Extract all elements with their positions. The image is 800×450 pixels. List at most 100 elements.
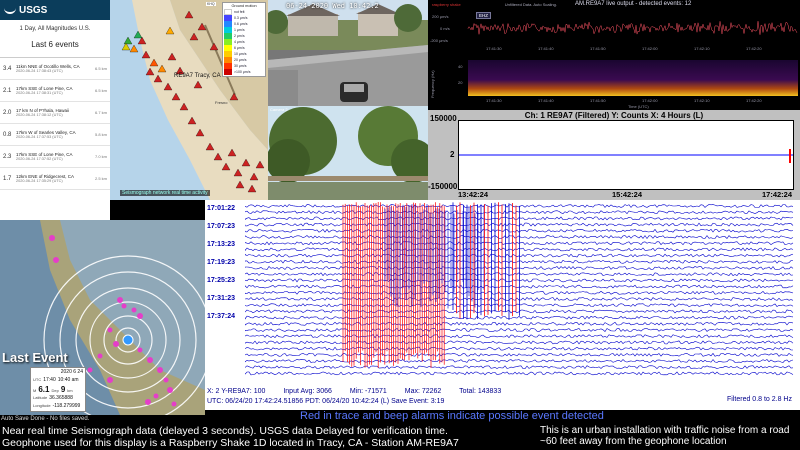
notice-line: Near real time Seismograph data (delayed… xyxy=(2,425,448,437)
street-camera-feed: 06-24-2020 Wed 10:42:2 xyxy=(268,0,428,106)
legend-label: 0.6 μm/s xyxy=(234,22,248,26)
raspberry-shake-logo: raspberry shake xyxy=(432,1,461,7)
legend-label: 4 μm/s xyxy=(234,40,245,44)
channel-x-tick: 17:42:24 xyxy=(762,190,793,199)
helicorder-trace-row xyxy=(245,352,794,357)
spec-x-label: Time (UTC) xyxy=(628,104,649,109)
spec-x-tick: 17:42:10 xyxy=(694,98,710,103)
earthquake-magnitude: 2.3 xyxy=(3,153,12,160)
red-trace-note: Red in trace and beep alarms indicate po… xyxy=(300,410,604,422)
live-x-tick: 17:41:40 xyxy=(538,46,554,51)
last-event-title: Last Event xyxy=(2,350,68,365)
helicorder-time: 17:31:23 xyxy=(207,295,236,302)
legend-swatch xyxy=(224,69,232,75)
notice-text: Near real time Seismograph data (delayed… xyxy=(2,425,459,449)
channel-plot-area xyxy=(458,120,794,190)
stat-input-avg: Input Avg: 3066 xyxy=(283,388,332,395)
usgs-count-label: Last 6 events xyxy=(0,36,110,58)
legend-label: not felt xyxy=(234,10,245,14)
helicorder-trace-row xyxy=(245,297,794,301)
city-label: Fresno xyxy=(215,100,228,105)
helicorder-trace-row xyxy=(245,266,794,270)
helicorder-trace-row xyxy=(245,210,794,215)
depth-unit: km xyxy=(67,388,73,393)
helicorder-trace-row xyxy=(245,315,794,320)
channel-badge[interactable]: EHZ xyxy=(476,12,491,19)
helicorder-trace-row xyxy=(245,359,794,363)
earthquake-magnitude: 1.7 xyxy=(3,175,12,182)
helicorder-trace-row xyxy=(245,334,794,339)
helicorder-trace-row xyxy=(245,253,794,258)
usgs-panel: USGS 1 Day, All Magnitudes U.S. Last 6 e… xyxy=(0,0,110,220)
helicorder-trace-row xyxy=(245,259,794,264)
event-date: 2020 6 24 xyxy=(60,369,83,375)
legend-label: 30 μm/s xyxy=(234,64,247,68)
earthquake-magnitude: 2.0 xyxy=(3,109,12,116)
helicorder-time: 17:25:23 xyxy=(207,277,236,284)
live-note: Unfiltered Data. Auto Scaling. xyxy=(504,1,557,7)
stat-max: Max: 72262 xyxy=(404,388,442,395)
urban-installation-note: This is an urban installation with traff… xyxy=(540,425,790,447)
earthquake-item[interactable]: 2.1 17km SSE of Lone Pine, CA 2020-06-24 … xyxy=(0,80,110,102)
helicorder-time: 17:37:24 xyxy=(207,313,236,320)
legend-label: 20 μm/s xyxy=(234,58,247,62)
channel-plot: Ch: 1 RE9A7 (Filtered) Y: Counts X: 4 Ho… xyxy=(428,110,800,200)
helicorder-trace-row xyxy=(245,321,794,326)
spec-x-tick: 17:42:20 xyxy=(746,98,762,103)
street-camera-image xyxy=(268,0,428,106)
legend-label: 1 μm/s xyxy=(234,28,245,32)
earthquake-item[interactable]: 2.0 17 km N of P?hala, Hawaii 2020-06-24 … xyxy=(0,102,110,124)
helicorder-trace-row xyxy=(245,328,794,332)
usgs-header: USGS xyxy=(0,0,110,20)
earthquake-time: 2020-06-24 17:38:12 (UTC) xyxy=(16,113,63,117)
epicenter-map[interactable]: Last Event 2020 6 24 UTC 17:40 10:40 am M6… xyxy=(0,220,205,415)
network-map[interactable]: KHQ Ground motion not felt 0.3 μm/s 0.6 … xyxy=(110,0,268,200)
live-output-panel: raspberry shake Unfiltered Data. Auto Sc… xyxy=(428,0,800,110)
helicorder-time: 17:07:23 xyxy=(207,223,236,230)
helicorder-trace-row xyxy=(245,284,794,289)
helicorder-stats: X: 2 Y-RE9A7: 100 Input Avg: 3066 Min: -… xyxy=(207,388,797,395)
legend-label: 6 μm/s xyxy=(234,46,245,50)
longitude-label: Longitude xyxy=(33,403,51,408)
helicorder-filter: Filtered 0.8 to 2.8 Hz xyxy=(727,396,792,403)
spec-x-tick: 17:41:50 xyxy=(590,98,606,103)
legend-label: 2 μm/s xyxy=(234,34,245,38)
station-label: RE9A7 Tracy, CA xyxy=(174,73,221,79)
usgs-wave-icon xyxy=(4,6,16,14)
helicorder-time-labels: 17:01:22 17:07:23 17:13:23 17:19:23 17:2… xyxy=(205,200,245,390)
helicorder-traces xyxy=(245,202,794,376)
helicorder-trace-row xyxy=(245,278,794,283)
live-spectrogram: 40 20 17:41:30 17:41:40 17:41:50 17:42:0… xyxy=(430,60,798,109)
live-title: AM.RE9A7 live output - detected events: … xyxy=(574,1,692,7)
earthquake-time: 2020-06-24 17:38:43 (UTC) xyxy=(16,69,63,73)
last-event-box: 2020 6 24 UTC 17:40 10:40 am M 6.1 Dep 9 km La… xyxy=(30,367,86,412)
helicorder-trace-row xyxy=(245,228,794,233)
live-x-tick: 17:42:20 xyxy=(746,46,762,51)
spec-y-tick: 40 xyxy=(458,64,463,69)
map-shortcut-label: KHQ xyxy=(206,2,216,6)
helicorder-timestamp: UTC: 06/24/20 17:42:24.51856 PDT: 06/24/… xyxy=(207,398,445,405)
event-local-time: 10:40 am xyxy=(57,377,79,383)
ground-motion-legend: Ground motion not felt 0.3 μm/s 0.6 μm/s… xyxy=(222,2,266,77)
live-x-tick: 17:42:10 xyxy=(694,46,710,51)
helicorder-trace-row xyxy=(245,309,794,314)
earthquake-time: 2020-06-24 17:37:53 (UTC) xyxy=(16,135,63,139)
earthquake-item[interactable]: 0.8 17km W of Searles Valley, CA 2020-06-… xyxy=(0,124,110,146)
earthquake-item[interactable]: 1.7 12km ENE of Ridgecrest, CA 2020-06-24… xyxy=(0,168,110,190)
utc-label: UTC xyxy=(33,377,42,382)
helicorder-trace-row xyxy=(245,303,794,308)
earthquake-magnitude: 0.8 xyxy=(3,131,12,138)
stream-display: USGS 1 Day, All Magnitudes U.S. Last 6 e… xyxy=(0,0,800,450)
earthquake-item[interactable]: 3.4 11km NNE of Ocotillo Wells, CA 2020-0… xyxy=(0,58,110,80)
helicorder-trace-row xyxy=(245,247,794,252)
helicorder-time: 17:19:23 xyxy=(207,259,236,266)
event-utc-time: 17:40 xyxy=(43,377,56,383)
earthquake-depth: 6.5 km xyxy=(94,66,107,71)
helicorder-panel: 17:01:22 17:07:23 17:13:23 17:19:23 17:2… xyxy=(205,200,800,410)
earthquake-item[interactable]: 2.3 17km SSE of Lone Pine, CA 2020-06-24 … xyxy=(0,146,110,168)
helicorder-time: 17:13:23 xyxy=(207,241,236,248)
spec-y-label: Frequency (Hz) xyxy=(430,70,435,98)
earthquake-time: 2020-06-24 17:37:52 (UTC) xyxy=(16,157,63,161)
stat-channel: X: 2 Y-RE9A7: 100 xyxy=(207,388,266,395)
legend-label: 0.3 μm/s xyxy=(234,16,248,20)
